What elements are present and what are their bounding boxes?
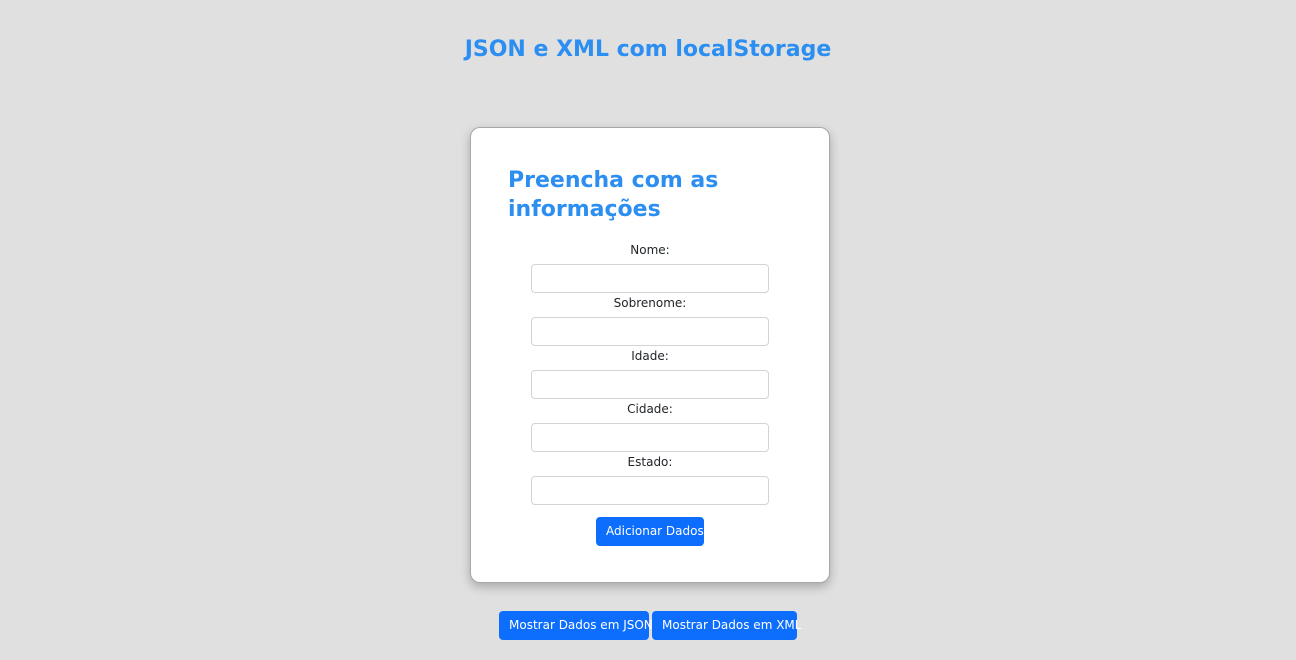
cidade-label: Cidade: — [627, 402, 673, 416]
show-json-button[interactable]: Mostrar Dados em JSON — [499, 611, 653, 640]
nome-label: Nome: — [630, 243, 670, 257]
sobrenome-input[interactable] — [531, 317, 769, 346]
cidade-input[interactable] — [531, 423, 769, 452]
nome-input[interactable] — [531, 264, 769, 293]
form-heading: Preencha com as informações — [508, 168, 719, 222]
sobrenome-label: Sobrenome: — [613, 296, 687, 310]
idade-input[interactable] — [531, 370, 769, 399]
page-title: JSON e XML com localStorage — [464, 37, 832, 62]
form-card: Preencha com as informações Nome: Sobren… — [470, 127, 830, 583]
add-data-button[interactable]: Adicionar Dados — [596, 517, 704, 546]
estado-input[interactable] — [531, 476, 769, 505]
idade-label: Idade: — [631, 349, 669, 363]
estado-label: Estado: — [627, 455, 673, 469]
display-actions: Mostrar Dados em JSON Mostrar Dados em X… — [0, 611, 1296, 640]
show-xml-button[interactable]: Mostrar Dados em XML — [652, 611, 801, 640]
